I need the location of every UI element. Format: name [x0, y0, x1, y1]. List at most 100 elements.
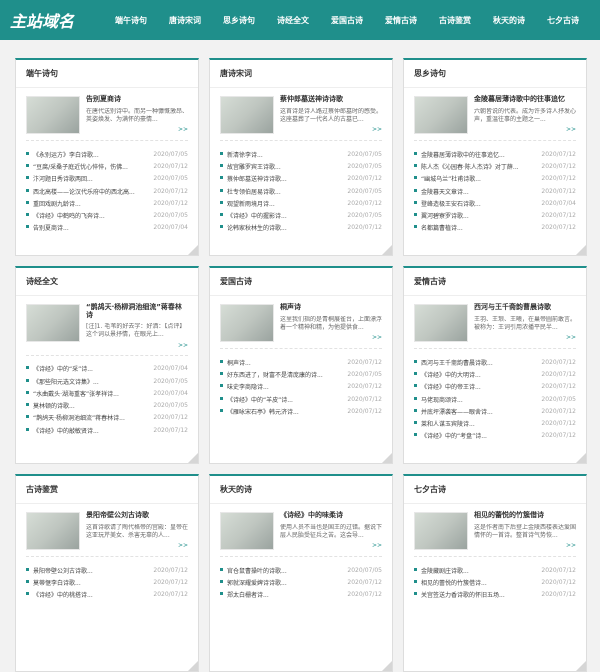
nav-link-2[interactable]: 唐诗宋词 [158, 15, 212, 26]
list-item-title[interactable]: 名都篇曹植诗... [421, 223, 463, 232]
list-item[interactable]: 名都篇曹植诗... 2020/07/12 [414, 222, 576, 234]
nav-link-6[interactable]: 爱情古诗 [374, 15, 428, 26]
list-item[interactable]: 西河与王千斋韵曹晨诗歌... 2020/07/12 [414, 356, 576, 368]
featured-title[interactable]: 告别夏商诗 [86, 95, 188, 104]
list-item-title[interactable]: 陈人杰《沁园春·陈人杰诗》对丁薛... [421, 162, 519, 171]
list-item[interactable]: 观望新雨境月诗... 2020/07/12 [220, 197, 382, 209]
featured-thumbnail[interactable] [220, 304, 274, 342]
more-link[interactable]: >> [280, 334, 382, 341]
list-item[interactable]: 莫蒂惬李白诗歌... 2020/07/12 [26, 576, 188, 588]
more-link[interactable]: >> [474, 334, 576, 341]
list-item[interactable]: “水曲戴头·湖海重客”张孝祥诗... 2020/07/04 [26, 387, 188, 399]
list-item[interactable]: 官仓鼠曹操叶的诗歌... 2020/07/05 [220, 564, 382, 576]
list-item[interactable]: 金陵暮天文章诗... 2020/07/12 [414, 185, 576, 197]
featured-article[interactable]: 金陵暮居薄诗歌中的往事追忆 六朝皆说的代表。成为许多诗人抒发心声，重温往事的主题之… [414, 95, 576, 134]
list-item[interactable]: 金陵藏剧庄诗歌... 2020/07/12 [414, 564, 576, 576]
list-item[interactable]: 桐声诗... 2020/07/12 [220, 356, 382, 368]
list-item-title[interactable]: 告别夏商诗... [33, 223, 69, 232]
list-item-title[interactable]: 《诗经》中的大明诗... [421, 370, 481, 379]
list-item[interactable]: 《诗经》中的“采”诗... 2020/07/04 [26, 363, 188, 375]
list-item[interactable]: 莱和人谋玉宾陵诗... 2020/07/12 [414, 417, 576, 429]
list-item-title[interactable]: “幽城乌兰”杜甫诗歌... [421, 174, 481, 183]
list-item-title[interactable]: 相见的蕾悦的竹簇借诗... [421, 578, 487, 587]
more-link[interactable]: >> [86, 342, 188, 349]
card-title[interactable]: 秋天的诗 [220, 484, 382, 495]
list-item[interactable]: 杜专领伯居易诗歌... 2020/07/05 [220, 185, 382, 197]
list-item-title[interactable]: 汴河题日秀诗歌两回... [33, 174, 93, 183]
featured-article[interactable]: 蔡仲郎墓送神诗诗歌 这首诗是诗人路过蔡仲郎墓时的感受。这座墓葬了一代名人的古墓已.… [220, 95, 382, 134]
list-item[interactable]: 《诗经》中的握影诗... 2020/07/05 [220, 209, 382, 221]
list-item[interactable]: 西北高楼——论汉代乐府中的西北高... 2020/07/12 [26, 185, 188, 197]
list-item-title[interactable]: 好东西进了，财富不是清庞康的诗... [227, 370, 323, 379]
list-item[interactable]: 《诗经》中的敲敏贤诗... 2020/07/12 [26, 424, 188, 436]
list-item-title[interactable]: 《雁咏宋石亭》韩元济诗... [227, 407, 299, 416]
list-item-title[interactable]: 重回戏剧九龄诗... [33, 199, 81, 208]
featured-article[interactable]: 告别夏商诗 在唐代送别诗中。而另一种慷慨激昂、英姿焕发、为满怀的豪情... >> [26, 95, 188, 134]
list-item-title[interactable]: 《诗经》中鹤鸣的飞奔诗... [33, 211, 105, 220]
nav-link-7[interactable]: 古诗鉴赏 [428, 15, 482, 26]
list-item-title[interactable]: 金陵暮居薄诗歌中的往事追忆... [421, 150, 505, 159]
site-logo[interactable]: 主站域名 [10, 8, 84, 32]
list-item[interactable]: 《那些阳元选文诗集》... 2020/07/05 [26, 375, 188, 387]
list-item-title[interactable]: 登峰造极王安石诗歌... [421, 199, 481, 208]
list-item-title[interactable]: 《诗经》中的帝王诗... [421, 382, 481, 391]
list-item-title[interactable]: 西北高楼——论汉代乐府中的西北高... [33, 187, 135, 196]
featured-article[interactable]: 《诗经》中的味柔诗 使用人员不当也是国王的过错。据说下层人民胎受征兵之苦。这会导.… [220, 511, 382, 550]
list-item[interactable]: “幽城乌兰”杜甫诗歌... 2020/07/12 [414, 173, 576, 185]
featured-article[interactable]: 相见的蕾悦的竹簇借诗 这是作者南下后登上金陵西楼表达爱国情怀的一首诗。整首诗气势恢… [414, 511, 576, 550]
list-item-title[interactable]: 关宫签送力香诗歌的怀旧五场... [421, 590, 505, 599]
card-title[interactable]: 七夕古诗 [414, 484, 576, 495]
list-item-title[interactable]: “水曲戴头·湖海重客”张孝祥诗... [33, 389, 119, 398]
featured-thumbnail[interactable] [26, 304, 80, 342]
nav-link-4[interactable]: 诗经全文 [266, 15, 320, 26]
list-item[interactable]: 莫林顿的诗歌... 2020/07/05 [26, 399, 188, 411]
nav-link-9[interactable]: 七夕古诗 [536, 15, 590, 26]
list-item[interactable]: 《诗经》中的大明诗... 2020/07/12 [414, 368, 576, 380]
nav-link-8[interactable]: 秋天的诗 [482, 15, 536, 26]
list-item[interactable]: 金陵暮居薄诗歌中的往事追忆... 2020/07/12 [414, 148, 576, 160]
list-item-title[interactable]: 景阳帝壁公刘古诗歌... [33, 566, 93, 575]
list-item-title[interactable]: “鹊鸪天·杨柳洞池细流”蒋春林诗... [33, 413, 125, 422]
more-link[interactable]: >> [280, 126, 382, 133]
list-item[interactable]: 《雁咏宋石亭》韩元济诗... 2020/07/12 [220, 405, 382, 417]
list-item-title[interactable]: 马佬现商颂诗... [421, 395, 463, 404]
list-item-title[interactable]: 并底坪漂袭客——眼舍诗... [421, 407, 493, 416]
featured-title[interactable]: 《诗经》中的味柔诗 [280, 511, 382, 520]
featured-title[interactable]: 蔡仲郎墓送神诗诗歌 [280, 95, 382, 104]
card-title[interactable]: 古诗鉴赏 [26, 484, 188, 495]
list-item[interactable]: 《诗经》中的帝王诗... 2020/07/12 [414, 381, 576, 393]
list-item-title[interactable]: 《诗经》中的敲敏贤诗... [33, 426, 99, 435]
list-item-title[interactable]: 蔡仲郎墓送神诗诗歌... [227, 174, 287, 183]
featured-thumbnail[interactable] [26, 512, 80, 550]
list-item-title[interactable]: 《永别运方》李白诗歌... [33, 150, 99, 159]
more-link[interactable]: >> [280, 542, 382, 549]
featured-thumbnail[interactable] [414, 96, 468, 134]
list-item[interactable]: 新清徐李诗... 2020/07/05 [220, 148, 382, 160]
list-item-title[interactable]: 金陵暮天文章诗... [421, 187, 469, 196]
list-item[interactable]: 《诗经》中的“考盘”诗... 2020/07/12 [414, 430, 576, 442]
list-item[interactable]: 论韩家秋林生的诗歌... 2020/07/12 [220, 222, 382, 234]
card-title[interactable]: 诗经全文 [26, 276, 188, 287]
card-title[interactable]: 唐诗宋词 [220, 68, 382, 79]
list-item-title[interactable]: 莫蒂惬李白诗歌... [33, 578, 81, 587]
more-link[interactable]: >> [86, 126, 188, 133]
card-title[interactable]: 爱国古诗 [220, 276, 382, 287]
list-item-title[interactable]: 官仓鼠曹操叶的诗歌... [227, 566, 287, 575]
featured-thumbnail[interactable] [414, 304, 468, 342]
list-item-title[interactable]: 《诗经》中的“采”诗... [33, 364, 93, 373]
list-item-title[interactable]: 莱和人谋玉宾陵诗... [421, 419, 475, 428]
list-item[interactable]: 重回戏剧九龄诗... 2020/07/12 [26, 197, 188, 209]
list-item[interactable]: “豆腐/采桑子庭近忧心悴悴，伤佛... 2020/07/12 [26, 160, 188, 172]
nav-link-1[interactable]: 端午诗句 [104, 15, 158, 26]
featured-thumbnail[interactable] [26, 96, 80, 134]
card-title[interactable]: 爱情古诗 [414, 276, 576, 287]
list-item-title[interactable]: 《诗经》中的桃搭诗... [33, 590, 93, 599]
featured-title[interactable]: 金陵暮居薄诗歌中的往事追忆 [474, 95, 576, 104]
list-item-title[interactable]: 新清徐李诗... [227, 150, 263, 159]
list-item[interactable]: 关宫签送力香诗歌的怀旧五场... 2020/07/12 [414, 589, 576, 601]
featured-thumbnail[interactable] [220, 96, 274, 134]
list-item-title[interactable]: 《诗经》中的“考盘”诗... [421, 431, 487, 440]
list-item[interactable]: 陈人杰《沁园春·陈人杰诗》对丁薛... 2020/07/12 [414, 160, 576, 172]
featured-title[interactable]: 西河与王千斋韵曹晨诗歌 [474, 303, 576, 312]
list-item[interactable]: 《诗经》中的桃搭诗... 2020/07/12 [26, 589, 188, 601]
